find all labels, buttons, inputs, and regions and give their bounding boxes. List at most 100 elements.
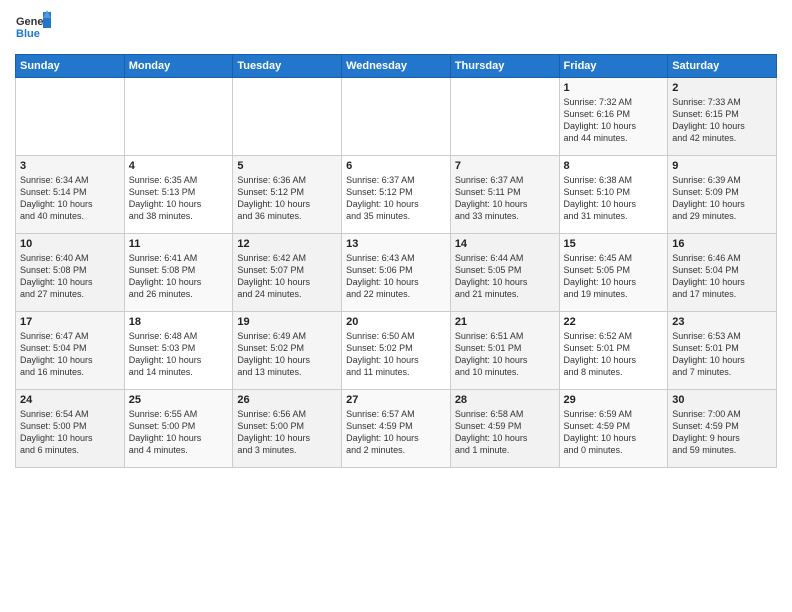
calendar-cell: 8 Sunrise: 6:38 AM Sunset: 5:10 PM Daylig… — [559, 156, 668, 234]
weekday-header: Tuesday — [233, 55, 342, 78]
day-number: 18 — [129, 316, 229, 328]
day-number: 22 — [564, 316, 664, 328]
day-number: 26 — [237, 394, 337, 406]
day-info: Sunrise: 6:35 AM Sunset: 5:13 PM Dayligh… — [129, 174, 229, 223]
calendar-week-row: 10 Sunrise: 6:40 AM Sunset: 5:08 PM Dayli… — [16, 234, 777, 312]
calendar-cell — [450, 78, 559, 156]
day-number: 2 — [672, 82, 772, 94]
calendar-header-row: SundayMondayTuesdayWednesdayThursdayFrid… — [16, 55, 777, 78]
day-info: Sunrise: 6:53 AM Sunset: 5:01 PM Dayligh… — [672, 330, 772, 379]
day-number: 8 — [564, 160, 664, 172]
calendar-week-row: 1 Sunrise: 7:32 AM Sunset: 6:16 PM Daylig… — [16, 78, 777, 156]
calendar-cell: 18 Sunrise: 6:48 AM Sunset: 5:03 PM Dayli… — [124, 312, 233, 390]
weekday-header: Thursday — [450, 55, 559, 78]
day-number: 21 — [455, 316, 555, 328]
calendar-week-row: 3Sunrise: 6:34 AM Sunset: 5:14 PM Daylig… — [16, 156, 777, 234]
day-info: Sunrise: 6:41 AM Sunset: 5:08 PM Dayligh… — [129, 252, 229, 301]
calendar-cell: 14Sunrise: 6:44 AM Sunset: 5:05 PM Dayli… — [450, 234, 559, 312]
calendar-cell: 22 Sunrise: 6:52 AM Sunset: 5:01 PM Dayli… — [559, 312, 668, 390]
weekday-header: Wednesday — [342, 55, 451, 78]
calendar-cell: 10 Sunrise: 6:40 AM Sunset: 5:08 PM Dayli… — [16, 234, 125, 312]
day-number: 30 — [672, 394, 772, 406]
day-info: Sunrise: 6:51 AM Sunset: 5:01 PM Dayligh… — [455, 330, 555, 379]
day-info: Sunrise: 6:38 AM Sunset: 5:10 PM Dayligh… — [564, 174, 664, 223]
day-info: Sunrise: 6:49 AM Sunset: 5:02 PM Dayligh… — [237, 330, 337, 379]
day-info: Sunrise: 7:00 AM Sunset: 4:59 PM Dayligh… — [672, 408, 772, 457]
weekday-header: Sunday — [16, 55, 125, 78]
calendar-cell: 11 Sunrise: 6:41 AM Sunset: 5:08 PM Dayli… — [124, 234, 233, 312]
day-number: 16 — [672, 238, 772, 250]
weekday-header: Friday — [559, 55, 668, 78]
header-area: General Blue — [15, 10, 777, 46]
day-number: 15 — [564, 238, 664, 250]
day-info: Sunrise: 6:58 AM Sunset: 4:59 PM Dayligh… — [455, 408, 555, 457]
calendar-cell: 25 Sunrise: 6:55 AM Sunset: 5:00 PM Dayli… — [124, 390, 233, 468]
day-info: Sunrise: 6:52 AM Sunset: 5:01 PM Dayligh… — [564, 330, 664, 379]
day-info: Sunrise: 6:43 AM Sunset: 5:06 PM Dayligh… — [346, 252, 446, 301]
calendar-cell: 13 Sunrise: 6:43 AM Sunset: 5:06 PM Dayli… — [342, 234, 451, 312]
calendar-cell: 26Sunrise: 6:56 AM Sunset: 5:00 PM Dayli… — [233, 390, 342, 468]
day-number: 24 — [20, 394, 120, 406]
calendar-cell: 5Sunrise: 6:36 AM Sunset: 5:12 PM Daylig… — [233, 156, 342, 234]
day-info: Sunrise: 6:59 AM Sunset: 4:59 PM Dayligh… — [564, 408, 664, 457]
day-number: 28 — [455, 394, 555, 406]
day-number: 29 — [564, 394, 664, 406]
day-number: 13 — [346, 238, 446, 250]
calendar-cell: 24 Sunrise: 6:54 AM Sunset: 5:00 PM Dayli… — [16, 390, 125, 468]
day-info: Sunrise: 6:39 AM Sunset: 5:09 PM Dayligh… — [672, 174, 772, 223]
calendar-cell: 19 Sunrise: 6:49 AM Sunset: 5:02 PM Dayli… — [233, 312, 342, 390]
logo-icon: General Blue — [15, 10, 51, 46]
calendar-cell: 9 Sunrise: 6:39 AM Sunset: 5:09 PM Daylig… — [668, 156, 777, 234]
calendar-week-row: 17 Sunrise: 6:47 AM Sunset: 5:04 PM Dayli… — [16, 312, 777, 390]
calendar-cell: 3Sunrise: 6:34 AM Sunset: 5:14 PM Daylig… — [16, 156, 125, 234]
calendar-cell: 16 Sunrise: 6:46 AM Sunset: 5:04 PM Dayli… — [668, 234, 777, 312]
calendar-cell: 6 Sunrise: 6:37 AM Sunset: 5:12 PM Daylig… — [342, 156, 451, 234]
calendar-cell: 17 Sunrise: 6:47 AM Sunset: 5:04 PM Dayli… — [16, 312, 125, 390]
day-number: 1 — [564, 82, 664, 94]
day-info: Sunrise: 7:32 AM Sunset: 6:16 PM Dayligh… — [564, 96, 664, 145]
day-number: 25 — [129, 394, 229, 406]
day-info: Sunrise: 6:36 AM Sunset: 5:12 PM Dayligh… — [237, 174, 337, 223]
day-info: Sunrise: 6:34 AM Sunset: 5:14 PM Dayligh… — [20, 174, 120, 223]
day-number: 11 — [129, 238, 229, 250]
calendar-cell: 15 Sunrise: 6:45 AM Sunset: 5:05 PM Dayli… — [559, 234, 668, 312]
calendar-cell: 29 Sunrise: 6:59 AM Sunset: 4:59 PM Dayli… — [559, 390, 668, 468]
day-info: Sunrise: 6:48 AM Sunset: 5:03 PM Dayligh… — [129, 330, 229, 379]
day-info: Sunrise: 6:44 AM Sunset: 5:05 PM Dayligh… — [455, 252, 555, 301]
day-info: Sunrise: 6:37 AM Sunset: 5:12 PM Dayligh… — [346, 174, 446, 223]
day-info: Sunrise: 6:47 AM Sunset: 5:04 PM Dayligh… — [20, 330, 120, 379]
calendar-cell: 23 Sunrise: 6:53 AM Sunset: 5:01 PM Dayli… — [668, 312, 777, 390]
calendar-cell — [233, 78, 342, 156]
day-info: Sunrise: 6:37 AM Sunset: 5:11 PM Dayligh… — [455, 174, 555, 223]
day-info: Sunrise: 6:55 AM Sunset: 5:00 PM Dayligh… — [129, 408, 229, 457]
calendar-cell: 12 Sunrise: 6:42 AM Sunset: 5:07 PM Dayli… — [233, 234, 342, 312]
day-number: 23 — [672, 316, 772, 328]
day-info: Sunrise: 6:40 AM Sunset: 5:08 PM Dayligh… — [20, 252, 120, 301]
day-info: Sunrise: 6:45 AM Sunset: 5:05 PM Dayligh… — [564, 252, 664, 301]
day-number: 6 — [346, 160, 446, 172]
weekday-header: Monday — [124, 55, 233, 78]
day-number: 19 — [237, 316, 337, 328]
day-number: 12 — [237, 238, 337, 250]
calendar-cell — [342, 78, 451, 156]
day-info: Sunrise: 6:54 AM Sunset: 5:00 PM Dayligh… — [20, 408, 120, 457]
day-info: Sunrise: 6:46 AM Sunset: 5:04 PM Dayligh… — [672, 252, 772, 301]
calendar-cell: 2 Sunrise: 7:33 AM Sunset: 6:15 PM Daylig… — [668, 78, 777, 156]
day-number: 9 — [672, 160, 772, 172]
day-info: Sunrise: 7:33 AM Sunset: 6:15 PM Dayligh… — [672, 96, 772, 145]
main-container: General Blue SundayMondayTuesdayWednesda… — [0, 0, 792, 473]
calendar-cell: 30 Sunrise: 7:00 AM Sunset: 4:59 PM Dayli… — [668, 390, 777, 468]
svg-text:Blue: Blue — [16, 28, 40, 40]
calendar-cell — [124, 78, 233, 156]
logo: General Blue — [15, 10, 51, 46]
day-number: 27 — [346, 394, 446, 406]
calendar-cell: 1 Sunrise: 7:32 AM Sunset: 6:16 PM Daylig… — [559, 78, 668, 156]
day-number: 10 — [20, 238, 120, 250]
day-info: Sunrise: 6:42 AM Sunset: 5:07 PM Dayligh… — [237, 252, 337, 301]
day-number: 4 — [129, 160, 229, 172]
day-number: 17 — [20, 316, 120, 328]
calendar-table: SundayMondayTuesdayWednesdayThursdayFrid… — [15, 54, 777, 468]
calendar-cell: 27Sunrise: 6:57 AM Sunset: 4:59 PM Dayli… — [342, 390, 451, 468]
weekday-header: Saturday — [668, 55, 777, 78]
day-number: 20 — [346, 316, 446, 328]
